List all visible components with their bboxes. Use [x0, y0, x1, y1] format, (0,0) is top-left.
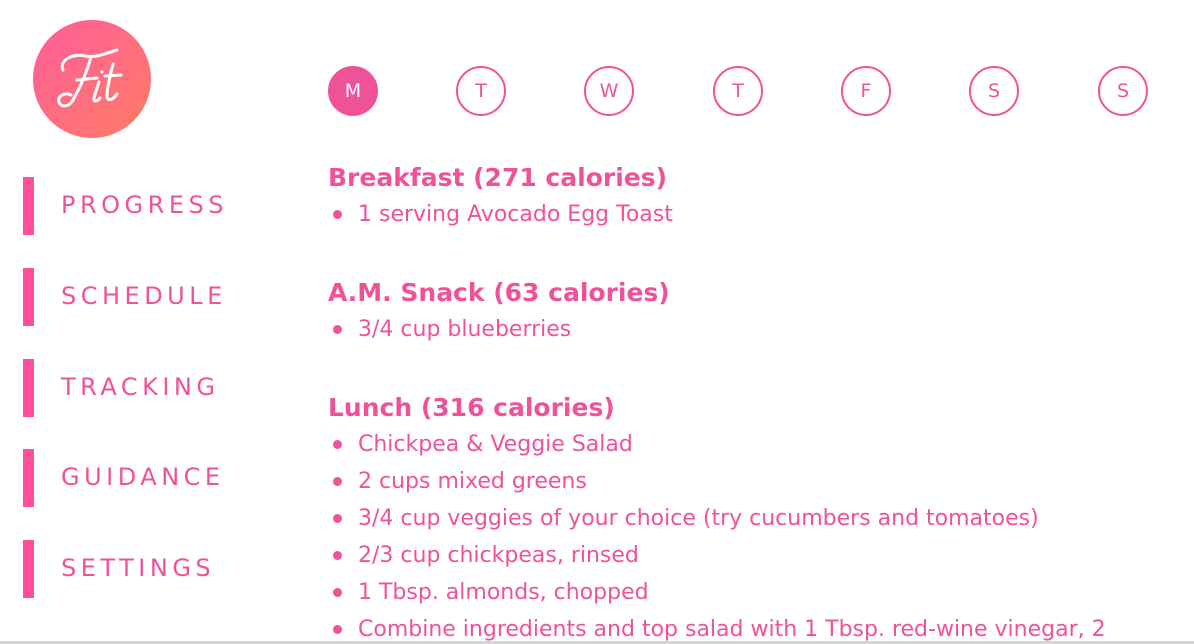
bullet-icon [333, 325, 342, 334]
day-button-monday[interactable]: M [328, 66, 378, 116]
meal-item: 3/4 cup veggies of your choice (try cucu… [328, 500, 1178, 537]
day-button-tuesday[interactable]: T [456, 66, 506, 116]
day-button-saturday[interactable]: S [969, 66, 1019, 116]
bullet-icon [333, 625, 342, 634]
nav-indicator-bar [23, 268, 34, 326]
bullet-icon [333, 588, 342, 597]
meal-item-text: 2/3 cup chickpeas, rinsed [358, 543, 639, 568]
meal-title: Lunch (316 calories) [328, 393, 615, 422]
bullet-icon [333, 440, 342, 449]
meal-section-am-snack: A.M. Snack (63 calories) 3/4 cup blueber… [328, 275, 1178, 348]
day-button-friday[interactable]: F [841, 66, 891, 116]
sidebar-item-guidance[interactable]: GUIDANCE [23, 449, 283, 507]
day-button-wednesday[interactable]: W [584, 66, 634, 116]
sidebar-item-label: GUIDANCE [61, 463, 225, 491]
meal-item: Chickpea & Veggie Salad [328, 426, 1178, 463]
sidebar-item-label: PROGRESS [61, 191, 228, 219]
meal-item-text: 1 Tbsp. almonds, chopped [358, 580, 649, 605]
bullet-icon [333, 210, 342, 219]
sidebar-item-progress[interactable]: PROGRESS [23, 177, 283, 235]
meal-item: Combine ingredients and top salad with 1… [328, 611, 1178, 644]
sidebar-item-label: TRACKING [61, 373, 220, 401]
meal-item-text: 3/4 cup veggies of your choice (try cucu… [358, 506, 1039, 531]
fit-logo[interactable]: Fit [33, 20, 151, 138]
sidebar-item-label: SETTINGS [61, 554, 216, 582]
meal-item-text: Combine ingredients and top salad with 1… [358, 617, 1106, 642]
meal-section-lunch: Lunch (316 calories) Chickpea & Veggie S… [328, 390, 1178, 644]
meal-item-list: 3/4 cup blueberries [328, 311, 1178, 348]
meal-plan-page: Fit PROGRESS [0, 0, 1194, 644]
meal-item-list: Chickpea & Veggie Salad 2 cups mixed gre… [328, 426, 1178, 644]
day-button-sunday[interactable]: S [1098, 66, 1148, 116]
sidebar-item-settings[interactable]: SETTINGS [23, 540, 283, 598]
meal-item-text: 2 cups mixed greens [358, 469, 587, 494]
sidebar: Fit PROGRESS [0, 0, 300, 644]
nav-indicator-bar [23, 359, 34, 417]
meal-item-text: 3/4 cup blueberries [358, 317, 572, 342]
day-selector: M T W T F S S [328, 66, 1148, 116]
meal-title: Breakfast (271 calories) [328, 163, 668, 192]
nav-indicator-bar [23, 177, 34, 235]
fit-logo-script-icon [57, 48, 123, 108]
bullet-icon [333, 477, 342, 486]
meal-item: 1 serving Avocado Egg Toast [328, 196, 1178, 233]
meal-item: 1 Tbsp. almonds, chopped [328, 574, 1178, 611]
bullet-icon [333, 514, 342, 523]
day-button-thursday[interactable]: T [713, 66, 763, 116]
meal-section-breakfast: Breakfast (271 calories) 1 serving Avoca… [328, 160, 1178, 233]
meal-title: A.M. Snack (63 calories) [328, 278, 670, 307]
meal-item-list: 1 serving Avocado Egg Toast [328, 196, 1178, 233]
sidebar-item-label: SCHEDULE [61, 282, 227, 310]
meal-item-text: 1 serving Avocado Egg Toast [358, 202, 673, 227]
meal-item-text: Chickpea & Veggie Salad [358, 432, 633, 457]
sidebar-item-schedule[interactable]: SCHEDULE [23, 268, 283, 326]
sidebar-item-tracking[interactable]: TRACKING [23, 359, 283, 417]
meal-item: 2/3 cup chickpeas, rinsed [328, 537, 1178, 574]
nav-indicator-bar [23, 540, 34, 598]
meal-item: 3/4 cup blueberries [328, 311, 1178, 348]
bullet-icon [333, 551, 342, 560]
meal-item: 2 cups mixed greens [328, 463, 1178, 500]
nav-indicator-bar [23, 449, 34, 507]
